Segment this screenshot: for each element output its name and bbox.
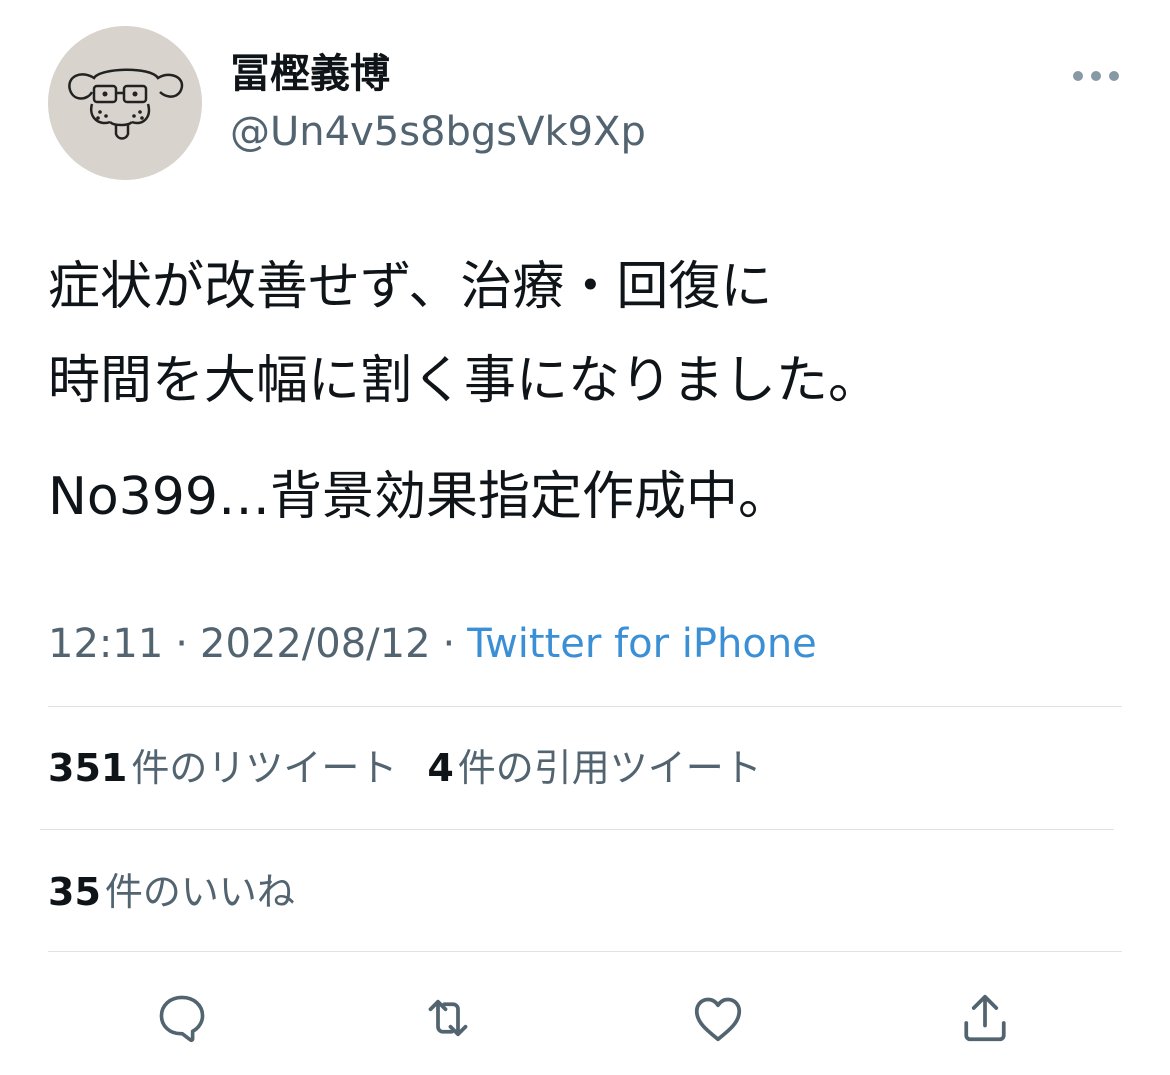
stats-row: 35 件のいいね xyxy=(48,862,325,922)
divider xyxy=(48,706,1122,707)
share-button[interactable] xyxy=(955,988,1015,1048)
user-handle[interactable]: @Un4v5s8bgsVk9Xp xyxy=(230,106,646,158)
heart-icon xyxy=(694,997,742,1042)
avatar-drawing-icon xyxy=(48,26,202,180)
quotes-stat[interactable]: 4 件の引用ツイート xyxy=(427,738,761,798)
tweet-meta: 12:11 · 2022/08/12 · Twitter for iPhone xyxy=(48,614,817,674)
avatar[interactable] xyxy=(48,26,202,180)
reply-icon xyxy=(159,995,205,1043)
tweet-time: 12:11 xyxy=(48,621,164,667)
retweet-icon xyxy=(428,999,468,1037)
stats-row: 351 件のリツイート 4 件の引用ツイート xyxy=(48,738,792,798)
divider xyxy=(40,829,1114,830)
ellipsis-icon xyxy=(1073,71,1119,81)
tweet-text-line: No399…背景効果指定作成中。 xyxy=(48,467,790,527)
meta-separator: · xyxy=(175,621,188,667)
tweet-text-line: 時間を大幅に割く事になりました。 xyxy=(48,351,881,411)
tweet-source-link[interactable]: Twitter for iPhone xyxy=(467,621,817,667)
retweets-count: 351 xyxy=(48,746,128,790)
display-name[interactable]: 冨樫義博 xyxy=(230,48,390,100)
divider xyxy=(48,951,1122,952)
share-icon xyxy=(964,994,1006,1042)
quotes-count: 4 xyxy=(427,746,454,790)
more-options-button[interactable] xyxy=(1068,58,1124,94)
likes-stat[interactable]: 35 件のいいね xyxy=(48,862,295,922)
likes-count: 35 xyxy=(48,870,101,914)
like-button[interactable] xyxy=(688,988,748,1048)
meta-separator: · xyxy=(442,621,456,667)
tweet-detail: 冨樫義博 @Un4v5s8bgsVk9Xp 症状が改善せず、治療・回復に 時間を… xyxy=(0,0,1170,1075)
retweets-label: 件のリツイート xyxy=(131,746,398,790)
likes-label: 件のいいね xyxy=(104,870,295,914)
reply-button[interactable] xyxy=(152,988,212,1048)
retweets-stat[interactable]: 351 件のリツイート xyxy=(48,738,397,798)
quotes-label: 件の引用ツイート xyxy=(457,746,762,790)
tweet-date: 2022/08/12 xyxy=(200,621,431,667)
tweet-text-line: 症状が改善せず、治療・回復に xyxy=(48,257,773,317)
retweet-button[interactable] xyxy=(418,988,478,1048)
